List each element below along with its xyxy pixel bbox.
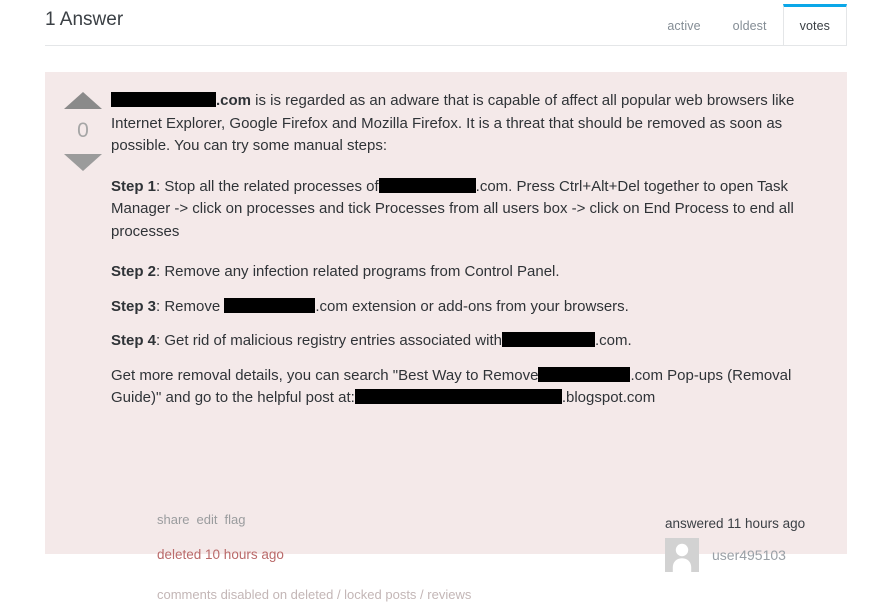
vote-cell: 0 (55, 92, 111, 171)
sort-tabs: active oldest votes (651, 4, 847, 45)
step-2-label: Step 2 (111, 263, 157, 280)
edit-link[interactable]: edit (197, 512, 218, 527)
step-4-label: Step 4 (111, 332, 157, 349)
comments-disabled-note: comments disabled on deleted / locked po… (157, 587, 472, 602)
tab-votes[interactable]: votes (782, 4, 847, 45)
outro-text-c: .blogspot.com (561, 389, 656, 406)
share-link[interactable]: share (157, 512, 190, 527)
down-vote-icon[interactable] (64, 154, 102, 171)
answer-post-deleted: 0 .com is is regarded as an adware that … (45, 72, 847, 602)
redaction-bar (501, 332, 595, 347)
answer-user-card: answered 11 hours ago user495103 (665, 515, 877, 572)
redaction-bar (111, 92, 216, 107)
intro-domain-suffix: .com (216, 92, 252, 109)
paragraph-intro: .com is is regarded as an adware that is… (111, 90, 819, 158)
avatar[interactable] (665, 538, 699, 572)
step-3-text-a: : Remove (156, 297, 225, 315)
redaction-bar (224, 297, 316, 313)
vote-count: 0 (77, 119, 89, 142)
paragraph-step-2: Step 2: Remove any infection related pro… (111, 261, 819, 284)
redaction-bar (538, 366, 631, 382)
answers-page: 1 Answer active oldest votes 0 .com is i… (0, 0, 877, 602)
paragraph-step-1: Step 1: Stop all the related processes o… (111, 176, 819, 244)
tab-oldest[interactable]: oldest (717, 4, 783, 45)
tab-active[interactable]: active (651, 4, 716, 45)
step-1-text-a: : Stop all the related processes of (156, 177, 379, 195)
post-body: .com is is regarded as an adware that is… (111, 90, 819, 428)
flag-link[interactable]: flag (225, 512, 246, 527)
redaction-bar (378, 177, 476, 193)
outro-text-a: Get more removal details, you can search… (111, 366, 539, 384)
step-4-text-b: .com. (594, 332, 632, 349)
answered-timestamp: answered 11 hours ago (665, 516, 806, 531)
up-vote-icon[interactable] (64, 92, 102, 109)
step-3-text-b: .com extension or add-ons from your brow… (315, 297, 629, 315)
answers-header: 1 Answer active oldest votes (45, 0, 847, 46)
user-row: user495103 (665, 538, 877, 572)
paragraph-step-3: Step 3: Remove .com extension or add-ons… (111, 296, 819, 319)
page-title: 1 Answer (45, 9, 124, 30)
step-3-label: Step 3 (111, 297, 157, 315)
deleted-status-note: deleted 10 hours ago (157, 547, 284, 562)
post-menu: share edit flag (157, 510, 252, 529)
paragraph-outro: Get more removal details, you can search… (111, 365, 819, 410)
step-1-label: Step 1 (111, 177, 157, 195)
paragraph-step-4: Step 4: Get rid of malicious registry en… (111, 330, 819, 353)
step-2-text: : Remove any infection related programs … (156, 263, 560, 280)
user-name-link[interactable]: user495103 (712, 546, 786, 564)
redaction-bar (354, 389, 562, 404)
step-4-text-a: : Get rid of malicious registry entries … (156, 332, 502, 349)
